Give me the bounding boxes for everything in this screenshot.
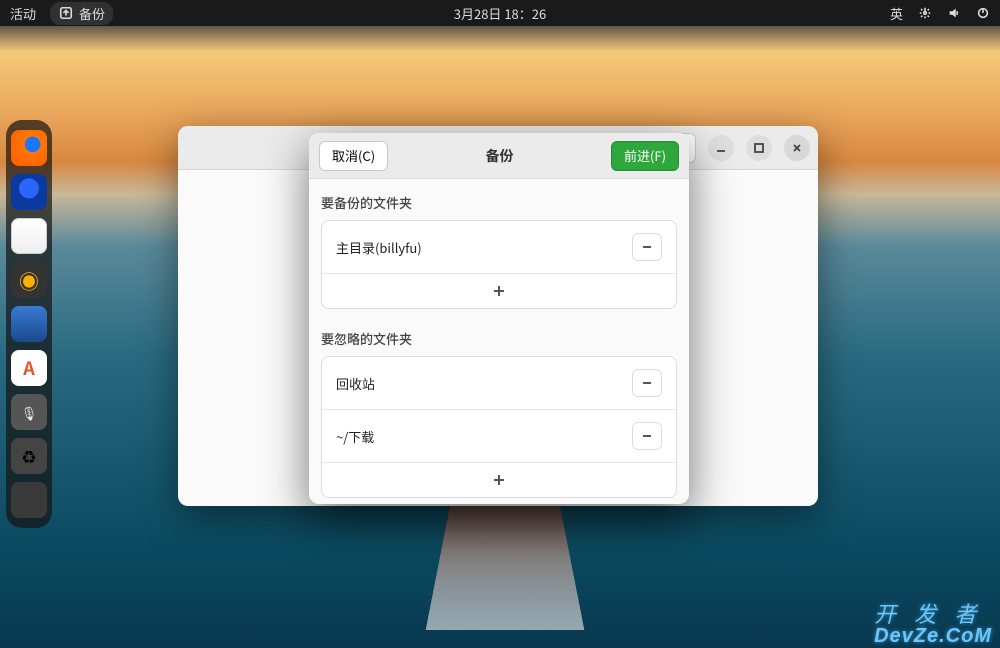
- include-folder-list: 主目录(billyfu): [321, 220, 677, 309]
- include-folder-label: 主目录(billyfu): [336, 238, 422, 257]
- dock-app-grid[interactable]: [11, 482, 47, 518]
- dock-recorder[interactable]: 🎙: [11, 394, 47, 430]
- watermark-line2: DevZe.CoM: [874, 626, 992, 646]
- dock-files[interactable]: [11, 218, 47, 254]
- minimize-button[interactable]: [708, 135, 734, 161]
- network-icon[interactable]: [917, 6, 932, 21]
- exclude-folder-label: 回收站: [336, 374, 375, 393]
- include-folder-row: 主目录(billyfu): [322, 221, 676, 274]
- power-icon[interactable]: [975, 6, 990, 21]
- dock: ◉ 🎙 ♻: [6, 120, 52, 528]
- ime-indicator[interactable]: 英: [890, 4, 903, 23]
- volume-icon[interactable]: [946, 6, 961, 21]
- exclude-folder-row: ~/下载: [322, 410, 676, 463]
- minus-icon: [640, 376, 654, 390]
- remove-exclude-folder-button[interactable]: [632, 422, 662, 450]
- topbar-app-menu[interactable]: 备份: [50, 2, 113, 25]
- topbar-app-label: 备份: [79, 4, 105, 23]
- exclude-section-label: 要忽略的文件夹: [321, 329, 677, 348]
- activities-button[interactable]: 活动: [10, 4, 36, 23]
- dock-rhythmbox[interactable]: ◉: [11, 262, 47, 298]
- backup-dialog: 取消(C) 备份 前进(F) 要备份的文件夹 主目录(billyfu) 要忽略的…: [309, 133, 689, 504]
- watermark-line1: 开 发 者: [874, 604, 992, 626]
- dock-thunderbird[interactable]: [11, 174, 47, 210]
- forward-button[interactable]: 前进(F): [611, 141, 679, 171]
- watermark: 开 发 者 DevZe.CoM: [874, 604, 992, 646]
- dialog-body: 要备份的文件夹 主目录(billyfu) 要忽略的文件夹 回收站 ~/下载: [309, 179, 689, 504]
- remove-include-folder-button[interactable]: [632, 233, 662, 261]
- include-section-label: 要备份的文件夹: [321, 193, 677, 212]
- dock-libreoffice-writer[interactable]: [11, 306, 47, 342]
- add-include-folder-button[interactable]: [322, 274, 676, 308]
- exclude-folder-row: 回收站: [322, 357, 676, 410]
- exclude-folder-label: ~/下载: [336, 427, 374, 446]
- maximize-button[interactable]: [746, 135, 772, 161]
- remove-exclude-folder-button[interactable]: [632, 369, 662, 397]
- minus-icon: [640, 240, 654, 254]
- plus-icon: [492, 473, 506, 487]
- dialog-header: 取消(C) 备份 前进(F): [309, 133, 689, 179]
- exclude-folder-list: 回收站 ~/下载: [321, 356, 677, 498]
- cancel-button[interactable]: 取消(C): [319, 141, 388, 171]
- add-exclude-folder-button[interactable]: [322, 463, 676, 497]
- backup-app-icon: [58, 6, 73, 21]
- top-bar: 活动 备份 3月28日 18：26 英: [0, 0, 1000, 26]
- dock-firefox[interactable]: [11, 130, 47, 166]
- plus-icon: [492, 284, 506, 298]
- dock-trash[interactable]: ♻: [11, 438, 47, 474]
- dock-software-store[interactable]: [11, 350, 47, 386]
- dialog-title: 备份: [388, 146, 611, 166]
- minus-icon: [640, 429, 654, 443]
- clock[interactable]: 3月28日 18：26: [454, 4, 546, 23]
- close-button[interactable]: [784, 135, 810, 161]
